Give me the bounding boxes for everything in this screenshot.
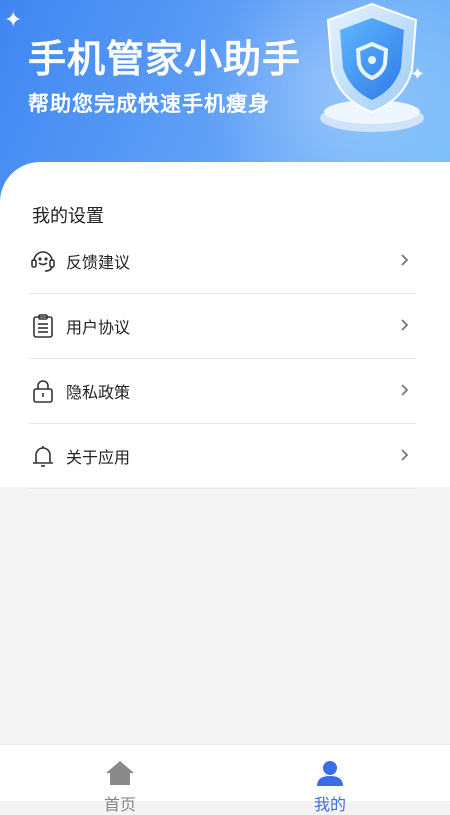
clipboard-icon	[29, 312, 57, 340]
hero-subtitle: 帮助您完成快速手机瘦身	[28, 92, 270, 116]
menu-item-label: 隐私政策	[66, 383, 131, 402]
bottom-tab-bar: 首页 我的	[0, 744, 450, 814]
tab-home[interactable]: 首页	[60, 759, 180, 815]
lock-icon	[29, 377, 57, 405]
menu-item-user-agreement[interactable]: 用户协议	[29, 294, 416, 359]
menu-item-label: 反馈建议	[66, 253, 131, 272]
chevron-right-icon	[401, 384, 409, 396]
user-icon	[317, 761, 343, 786]
section-title: 我的设置	[32, 206, 104, 227]
headset-icon	[29, 247, 57, 275]
settings-menu: 反馈建议 用户协议 隐私政策 关于应用	[29, 229, 416, 489]
menu-item-label: 用户协议	[66, 318, 131, 337]
menu-item-feedback[interactable]: 反馈建议	[29, 229, 416, 294]
menu-item-privacy-policy[interactable]: 隐私政策	[29, 359, 416, 424]
chevron-right-icon	[401, 449, 409, 461]
bell-icon	[29, 442, 57, 470]
hero-title: 手机管家小助手	[28, 37, 302, 81]
chevron-right-icon	[401, 254, 409, 266]
shield-illustration-icon	[320, 2, 424, 132]
chevron-right-icon	[401, 319, 409, 331]
tab-label: 我的	[313, 795, 346, 814]
home-icon	[106, 761, 134, 785]
sparkle-icon: ✦	[4, 8, 23, 33]
tab-label: 首页	[103, 795, 136, 814]
menu-item-about-app[interactable]: 关于应用	[29, 424, 416, 489]
tab-mine[interactable]: 我的	[270, 759, 390, 815]
menu-item-label: 关于应用	[66, 448, 131, 467]
settings-card: 我的设置 反馈建议 用户协议 隐私政策 关于应用	[0, 162, 450, 489]
